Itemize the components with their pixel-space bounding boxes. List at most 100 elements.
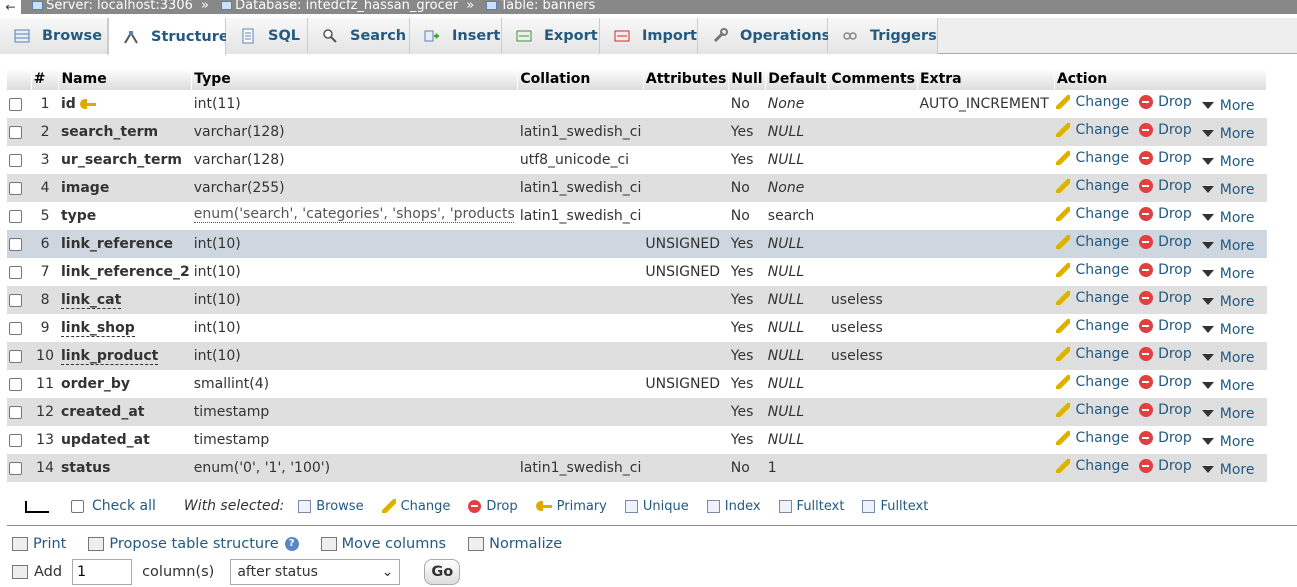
more-button[interactable]: More: [1201, 266, 1254, 282]
bulk-fulltext-button-2[interactable]: Fulltext: [862, 499, 928, 514]
bulk-primary-button[interactable]: Primary: [535, 499, 607, 514]
header-null: Null: [728, 68, 767, 90]
tab-search[interactable]: Search: [308, 18, 410, 54]
drop-button[interactable]: Drop: [1139, 178, 1192, 194]
normalize-link[interactable]: Normalize: [468, 536, 562, 552]
bulk-fulltext-button[interactable]: Fulltext: [778, 499, 844, 514]
tab-sql[interactable]: SQL: [226, 18, 308, 54]
row-checkbox[interactable]: [9, 153, 22, 167]
bulk-browse-button[interactable]: Browse: [298, 499, 364, 514]
header-default: Default: [765, 68, 830, 90]
header-name[interactable]: Name: [58, 68, 193, 90]
bulk-drop-button[interactable]: Drop: [468, 499, 518, 514]
tab-operations[interactable]: Operations: [698, 18, 830, 54]
row-checkbox[interactable]: [9, 293, 22, 307]
bulk-unique-button[interactable]: Unique: [624, 499, 689, 514]
more-button[interactable]: More: [1201, 238, 1254, 254]
chevron-down-icon: [1201, 242, 1214, 250]
change-button[interactable]: Change: [1056, 178, 1129, 194]
drop-button[interactable]: Drop: [1139, 150, 1192, 166]
row-checkbox[interactable]: [9, 349, 22, 363]
breadcrumb-table[interactable]: Table: banners: [480, 0, 597, 12]
more-button[interactable]: More: [1201, 434, 1254, 450]
propose-structure-link[interactable]: Propose table structure?: [88, 536, 299, 552]
move-columns-link[interactable]: Move columns: [320, 536, 446, 552]
more-button[interactable]: More: [1201, 350, 1254, 366]
more-button[interactable]: More: [1201, 294, 1254, 310]
column-number: 8: [31, 286, 59, 314]
row-checkbox[interactable]: [9, 461, 22, 475]
column-comments: [828, 258, 918, 286]
check-all-checkbox[interactable]: [71, 499, 84, 513]
more-button[interactable]: More: [1201, 126, 1254, 142]
row-checkbox[interactable]: [9, 125, 22, 139]
drop-button[interactable]: Drop: [1139, 262, 1192, 278]
row-checkbox[interactable]: [9, 209, 22, 223]
drop-button[interactable]: Drop: [1139, 402, 1192, 418]
row-checkbox[interactable]: [9, 181, 22, 195]
change-button[interactable]: Change: [1056, 234, 1129, 250]
row-checkbox[interactable]: [9, 377, 22, 391]
change-button[interactable]: Change: [1056, 402, 1129, 418]
row-checkbox[interactable]: [9, 433, 22, 447]
column-extra: [917, 230, 1055, 258]
tab-browse[interactable]: Browse: [0, 18, 108, 54]
more-button[interactable]: More: [1201, 378, 1254, 394]
drop-button[interactable]: Drop: [1139, 318, 1192, 334]
change-button[interactable]: Change: [1056, 318, 1129, 334]
drop-button[interactable]: Drop: [1139, 374, 1192, 390]
back-arrow-icon[interactable]: ←: [0, 0, 22, 14]
more-button[interactable]: More: [1201, 462, 1254, 478]
change-button[interactable]: Change: [1056, 206, 1129, 222]
change-button[interactable]: Change: [1056, 94, 1129, 110]
drop-button[interactable]: Drop: [1139, 430, 1192, 446]
more-button[interactable]: More: [1201, 210, 1254, 226]
database-icon: [221, 1, 233, 10]
tab-export[interactable]: Export: [502, 18, 600, 54]
drop-button[interactable]: Drop: [1139, 346, 1192, 362]
row-checkbox[interactable]: [9, 321, 22, 335]
breadcrumb-server[interactable]: Server: localhost:3306: [26, 0, 195, 12]
change-button[interactable]: Change: [1056, 290, 1129, 306]
drop-button[interactable]: Drop: [1139, 290, 1192, 306]
change-button[interactable]: Change: [1056, 346, 1129, 362]
print-link[interactable]: Print: [12, 536, 66, 552]
check-all-label[interactable]: Check all: [92, 498, 156, 514]
help-icon[interactable]: ?: [284, 537, 299, 551]
drop-button[interactable]: Drop: [1139, 94, 1192, 110]
bulk-index-button[interactable]: Index: [706, 499, 761, 514]
row-checkbox[interactable]: [9, 265, 22, 279]
more-button[interactable]: More: [1201, 406, 1254, 422]
row-checkbox[interactable]: [9, 405, 22, 419]
tab-insert[interactable]: Insert: [410, 18, 502, 54]
change-button[interactable]: Change: [1056, 150, 1129, 166]
pencil-icon: [1056, 375, 1071, 390]
more-button[interactable]: More: [1201, 182, 1254, 198]
change-button[interactable]: Change: [1056, 122, 1129, 138]
column-count-input[interactable]: [72, 559, 133, 585]
tab-import[interactable]: Import: [600, 18, 698, 54]
more-button[interactable]: More: [1201, 154, 1254, 170]
go-button[interactable]: Go: [424, 559, 461, 585]
row-checkbox[interactable]: [9, 237, 22, 251]
drop-button[interactable]: Drop: [1139, 206, 1192, 222]
change-button[interactable]: Change: [1056, 458, 1129, 474]
column-comments: useless: [828, 342, 918, 370]
row-checkbox-cell: [7, 118, 32, 146]
more-button[interactable]: More: [1201, 98, 1254, 114]
drop-button[interactable]: Drop: [1139, 458, 1192, 474]
row-checkbox[interactable]: [9, 97, 22, 111]
change-button[interactable]: Change: [1056, 430, 1129, 446]
column-null: Yes: [728, 398, 766, 426]
drop-button[interactable]: Drop: [1139, 234, 1192, 250]
bulk-change-button[interactable]: Change: [381, 499, 450, 514]
position-select[interactable]: after status ⌄: [230, 559, 401, 585]
drop-button[interactable]: Drop: [1139, 122, 1192, 138]
change-button[interactable]: Change: [1056, 262, 1129, 278]
more-button[interactable]: More: [1201, 322, 1254, 338]
tab-triggers[interactable]: Triggers: [828, 18, 938, 54]
change-button[interactable]: Change: [1056, 374, 1129, 390]
tab-structure[interactable]: Structure: [108, 18, 229, 55]
breadcrumb-database[interactable]: Database: intedcfz_hassan_grocer: [215, 0, 460, 12]
column-attributes: [643, 118, 729, 146]
